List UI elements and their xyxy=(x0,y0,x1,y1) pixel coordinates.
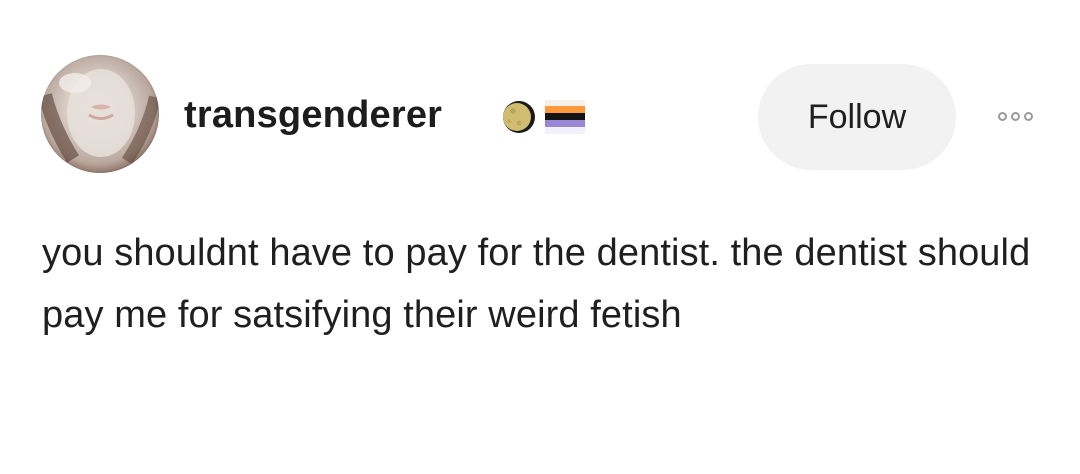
more-options-icon[interactable] xyxy=(990,104,1040,128)
username[interactable]: transgenderer xyxy=(184,92,442,138)
more-dot xyxy=(1010,111,1020,121)
avatar-image xyxy=(41,69,159,165)
post-header: transgenderer Follow xyxy=(38,54,1048,174)
post-text: you shouldnt have to pay for the dentist… xyxy=(42,232,1031,336)
user-badges xyxy=(501,97,585,137)
flag-icon xyxy=(545,100,585,134)
post-card: transgenderer Follow you shouldnt have t… xyxy=(0,0,1080,474)
moon-icon xyxy=(503,101,535,133)
more-dot xyxy=(997,111,1007,121)
follow-button[interactable]: Follow xyxy=(758,64,956,170)
more-dot xyxy=(1023,111,1033,121)
avatar[interactable] xyxy=(41,55,159,173)
